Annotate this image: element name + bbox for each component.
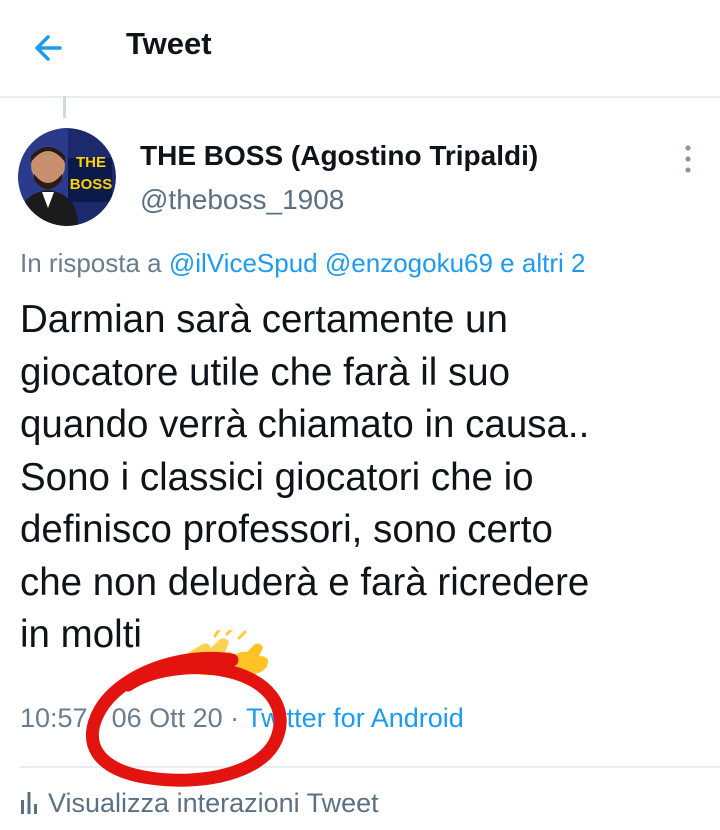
tweet-text-line: in molti bbox=[20, 613, 142, 656]
view-interactions-label: Visualizza interazioni Tweet bbox=[48, 788, 379, 818]
view-interactions-button[interactable]: Visualizza interazioni Tweet bbox=[20, 788, 379, 819]
thread-connector-line bbox=[63, 96, 66, 118]
mention-link[interactable]: @enzogoku69 bbox=[325, 248, 493, 278]
tweet-text: Darmian sarà certamente un giocatore uti… bbox=[20, 294, 700, 662]
meta-separator: · bbox=[87, 703, 112, 733]
tweet-time: 10:57 bbox=[20, 703, 88, 733]
reply-context: In risposta a @ilViceSpud @enzogoku69 e … bbox=[20, 248, 585, 279]
author-handle[interactable]: @theboss_1908 bbox=[140, 184, 344, 216]
reply-others-link[interactable]: e altri 2 bbox=[493, 248, 585, 278]
avatar-badge-text: THE BOSS bbox=[69, 154, 113, 193]
tweet-meta: 10:57 · 06 Ott 20 · Twitter for Android bbox=[20, 703, 464, 734]
clapping-hands-emoji-icon bbox=[182, 630, 268, 676]
bar-chart-icon bbox=[21, 791, 37, 814]
divider bbox=[20, 766, 720, 768]
tweet-text-line: Darmian sarà certamente un bbox=[20, 298, 508, 341]
more-options-icon[interactable] bbox=[676, 142, 700, 176]
reply-prefix: In risposta a bbox=[20, 248, 169, 278]
avatar[interactable]: THE BOSS bbox=[18, 128, 116, 226]
tweet-source-link[interactable]: Twitter for Android bbox=[246, 703, 464, 733]
tweet-text-line: quando verrà chiamato in causa.. bbox=[20, 403, 590, 446]
page-title: Tweet bbox=[126, 26, 212, 61]
tweet-text-line: Sono i classici giocatori che io bbox=[20, 455, 534, 499]
meta-separator: · bbox=[222, 703, 247, 733]
tweet-text-line: che non deluderà e farà ricredere bbox=[20, 560, 590, 604]
app-header: Tweet bbox=[0, 0, 720, 98]
author-display-name[interactable]: THE BOSS (Agostino Tripaldi) bbox=[140, 140, 538, 172]
tweet-text-line: giocatore utile che farà il suo bbox=[20, 350, 511, 394]
tweet-date: 06 Ott 20 bbox=[111, 703, 223, 733]
mention-link[interactable]: @ilViceSpud bbox=[169, 248, 318, 278]
arrow-left-icon[interactable] bbox=[30, 28, 70, 68]
tweet-text-line: definisco professori, sono certo bbox=[20, 508, 553, 551]
